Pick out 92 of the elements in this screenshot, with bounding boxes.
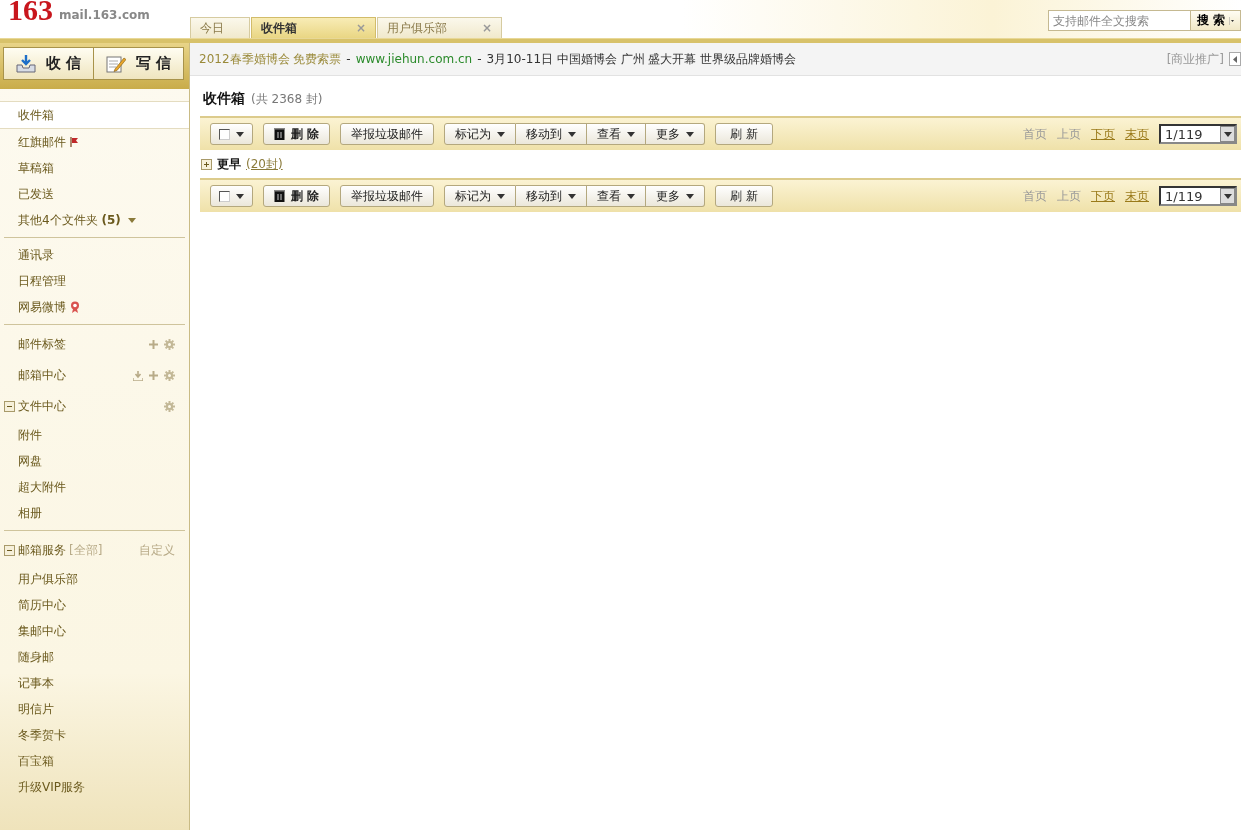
- page-select[interactable]: 1/119: [1159, 124, 1237, 144]
- collapse-icon[interactable]: [4, 545, 15, 556]
- ad-label: [商业推广]: [1166, 50, 1224, 68]
- sidebar-item[interactable]: 用户俱乐部: [4, 566, 185, 592]
- checkbox[interactable]: [219, 190, 230, 202]
- inbox-download-icon: [15, 54, 36, 73]
- sidebar-item[interactable]: 升级VIP服务: [4, 774, 185, 800]
- trash-icon: [274, 128, 285, 140]
- caret-icon: [627, 131, 636, 137]
- ad-text: 3月10-11日 中国婚博会 广州 盛大开幕 世界级品牌婚博会: [486, 50, 797, 68]
- separator-text: -: [346, 52, 351, 66]
- caret-icon: [236, 193, 244, 199]
- badge-icon: [70, 301, 80, 313]
- group-label: 更早: [217, 155, 241, 173]
- sidebar-item[interactable]: 明信片: [4, 696, 185, 722]
- search-field[interactable]: 支持邮件全文搜索: [1047, 10, 1191, 31]
- caret-icon: [568, 193, 577, 199]
- sidebar-item[interactable]: 网盘: [4, 448, 185, 474]
- message-count: (共 2368 封): [251, 91, 323, 108]
- sidebar-item[interactable]: 简历中心: [4, 592, 185, 618]
- tab[interactable]: 今日: [190, 17, 250, 38]
- group-count-link[interactable]: (20封): [246, 155, 283, 173]
- sidebar-item[interactable]: 记事本: [4, 670, 185, 696]
- pager-link[interactable]: 下页: [1091, 125, 1115, 143]
- separator-text: -: [477, 52, 482, 66]
- notepad-pencil-icon: [105, 54, 126, 73]
- section-header[interactable]: 邮箱服务: [18, 542, 66, 559]
- checkbox[interactable]: [219, 128, 230, 140]
- delete-button[interactable]: 删 除: [263, 123, 331, 145]
- menu-button[interactable]: 标记为: [444, 123, 517, 145]
- collapse-icon[interactable]: [4, 401, 15, 412]
- pager-link[interactable]: 末页: [1125, 187, 1149, 205]
- refresh-button[interactable]: 刷 新: [715, 185, 773, 207]
- folder-item[interactable]: 其他4个文件夹 (5): [4, 207, 185, 233]
- caret-icon: [1223, 131, 1232, 137]
- logo-domain: mail.163.com: [59, 8, 150, 22]
- sidebar-item[interactable]: 超大附件: [4, 474, 185, 500]
- menu-button[interactable]: 更多: [646, 123, 706, 145]
- flag-icon: [70, 137, 79, 147]
- tab[interactable]: 用户俱乐部 ×: [377, 17, 502, 38]
- folder-item[interactable]: 收件箱: [0, 101, 189, 129]
- select-all-dropdown[interactable]: [210, 185, 253, 207]
- pager-link[interactable]: 末页: [1125, 125, 1149, 143]
- sidebar-item[interactable]: 随身邮: [4, 644, 185, 670]
- report-spam-button[interactable]: 举报垃圾邮件: [340, 123, 435, 145]
- menu-button[interactable]: 更多: [646, 185, 706, 207]
- caret-icon: [127, 217, 136, 223]
- folder-title: 收件箱: [203, 90, 245, 108]
- sidebar-item[interactable]: 附件: [4, 422, 185, 448]
- folder-item[interactable]: 日程管理: [4, 268, 185, 294]
- caret-icon: [568, 131, 577, 137]
- sidebar-item[interactable]: 冬季贺卡: [4, 722, 185, 748]
- menu-button[interactable]: 查看: [587, 123, 647, 145]
- ad-url-link[interactable]: www.jiehun.com.cn: [355, 52, 473, 66]
- caret-icon: [627, 193, 636, 199]
- section-header[interactable]: 邮件标签: [18, 336, 66, 353]
- menu-button[interactable]: 标记为: [444, 185, 517, 207]
- caret-icon: [497, 193, 506, 199]
- sidebar-item[interactable]: 相册: [4, 500, 185, 526]
- report-spam-button[interactable]: 举报垃圾邮件: [340, 185, 435, 207]
- sidebar-item[interactable]: 集邮中心: [4, 618, 185, 644]
- delete-button[interactable]: 删 除: [263, 185, 331, 207]
- sidebar-item[interactable]: 百宝箱: [4, 748, 185, 774]
- expand-icon[interactable]: [201, 158, 212, 170]
- folder-item[interactable]: 通讯录: [4, 242, 185, 268]
- left-triangle-icon: [1233, 55, 1237, 63]
- trash-icon: [274, 190, 285, 202]
- write-button[interactable]: 写 信: [94, 47, 184, 80]
- caret-icon: [1223, 193, 1232, 199]
- pager-link[interactable]: 下页: [1091, 187, 1115, 205]
- menu-button[interactable]: 移动到: [516, 123, 588, 145]
- tab[interactable]: 收件箱 ×: [251, 17, 376, 38]
- caret-icon: [1229, 16, 1234, 25]
- folder-item[interactable]: 已发送: [4, 181, 185, 207]
- caret-icon: [686, 131, 695, 137]
- menu-button[interactable]: 移动到: [516, 185, 588, 207]
- folder-item[interactable]: 草稿箱: [4, 155, 185, 181]
- logo-text: 163: [8, 0, 53, 22]
- select-all-dropdown[interactable]: [210, 123, 253, 145]
- page-select[interactable]: 1/119: [1159, 186, 1237, 206]
- section-header[interactable]: 文件中心: [18, 398, 66, 415]
- caret-icon: [236, 131, 244, 137]
- caret-icon: [686, 193, 695, 199]
- previous-button[interactable]: [1229, 52, 1241, 66]
- menu-button[interactable]: 查看: [587, 185, 647, 207]
- caret-icon: [497, 131, 506, 137]
- receive-button[interactable]: 收 信: [3, 47, 94, 80]
- folder-item[interactable]: 网易微博: [4, 294, 185, 320]
- section-header[interactable]: 邮箱中心: [18, 367, 66, 384]
- search-button[interactable]: 搜 索: [1190, 10, 1241, 31]
- folder-item[interactable]: 红旗邮件: [4, 129, 185, 155]
- refresh-button[interactable]: 刷 新: [715, 123, 773, 145]
